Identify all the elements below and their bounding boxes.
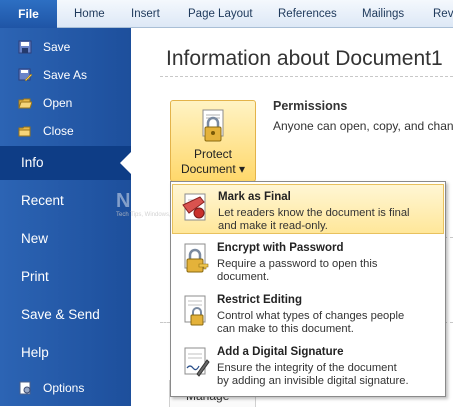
permissions-description: Anyone can open, copy, and chan	[273, 119, 453, 133]
ribbon-tab-bar: File Home Insert Page Layout References …	[0, 0, 453, 28]
menu-item-digital-signature[interactable]: Add a Digital Signature Ensure the integ…	[172, 340, 444, 390]
protect-document-menu: Mark as Final Let readers know the docum…	[170, 181, 446, 397]
nav-info[interactable]: Info	[0, 146, 132, 180]
close-label: Close	[43, 124, 74, 138]
section-divider	[160, 322, 170, 323]
nav-new-label: New	[21, 231, 49, 246]
digital-signature-title: Add a Digital Signature	[217, 346, 344, 358]
encrypt-title: Encrypt with Password	[217, 242, 344, 254]
restrict-editing-description: Control what types of changes people can …	[217, 310, 405, 335]
open-folder-icon	[18, 98, 32, 109]
protect-lock-icon	[202, 109, 224, 142]
options-command[interactable]: Options	[18, 378, 128, 398]
mark-final-icon	[182, 193, 206, 221]
tab-insert[interactable]: Insert	[131, 8, 160, 20]
nav-recent[interactable]: Recent	[0, 184, 131, 218]
nav-print-label: Print	[21, 269, 49, 284]
save-icon	[18, 40, 32, 54]
save-as-icon	[18, 68, 32, 82]
nav-print[interactable]: Print	[0, 260, 131, 294]
mark-final-description: Let readers know the document is final an…	[218, 207, 410, 232]
nav-save-send-label: Save & Send	[21, 307, 100, 322]
options-label: Options	[43, 381, 85, 395]
tab-references[interactable]: References	[278, 8, 337, 20]
save-as-label: Save As	[43, 68, 88, 82]
menu-item-encrypt-password[interactable]: Encrypt with Password Require a password…	[172, 236, 444, 286]
permissions-heading: Permissions	[273, 99, 348, 113]
encrypt-description: Require a password to open this document.	[217, 258, 378, 283]
backstage-nav: Save Save As Open Close Info Recent New …	[0, 28, 132, 406]
mark-final-title: Mark as Final	[218, 191, 291, 203]
title-divider	[160, 76, 453, 77]
protect-document-button[interactable]: Protect Document ▾	[170, 100, 256, 182]
nav-recent-label: Recent	[21, 193, 64, 208]
encrypt-lock-icon	[184, 243, 209, 273]
menu-item-restrict-editing[interactable]: Restrict Editing Control what types of c…	[172, 288, 444, 338]
restrict-editing-icon	[184, 295, 206, 326]
tab-review[interactable]: Rev	[433, 8, 453, 20]
menu-item-mark-as-final[interactable]: Mark as Final Let readers know the docum…	[172, 184, 444, 234]
open-label: Open	[43, 96, 73, 110]
nav-help-label: Help	[21, 345, 49, 360]
protect-label-line1: Protect	[193, 147, 232, 161]
digital-signature-description: Ensure the integrity of the document by a…	[217, 362, 409, 387]
save-command[interactable]: Save	[18, 37, 128, 57]
digital-signature-icon	[184, 347, 210, 377]
nav-save-send[interactable]: Save & Send	[0, 298, 131, 332]
page-title: Information about Document1	[166, 47, 443, 70]
tab-mailings[interactable]: Mailings	[362, 8, 404, 20]
restrict-editing-title: Restrict Editing	[217, 294, 302, 306]
tab-home[interactable]: Home	[74, 8, 105, 20]
tab-file[interactable]: File	[0, 0, 57, 28]
save-as-command[interactable]: Save As	[18, 65, 128, 85]
close-command[interactable]: Close	[18, 121, 128, 141]
protect-label-line2: Document ▾	[180, 162, 246, 176]
nav-help[interactable]: Help	[0, 336, 131, 370]
open-command[interactable]: Open	[18, 93, 128, 113]
save-label: Save	[43, 40, 71, 54]
options-icon	[19, 381, 31, 395]
close-folder-icon	[18, 126, 31, 137]
nav-new[interactable]: New	[0, 222, 131, 256]
tab-page-layout[interactable]: Page Layout	[188, 8, 253, 20]
nav-info-label: Info	[21, 155, 44, 170]
